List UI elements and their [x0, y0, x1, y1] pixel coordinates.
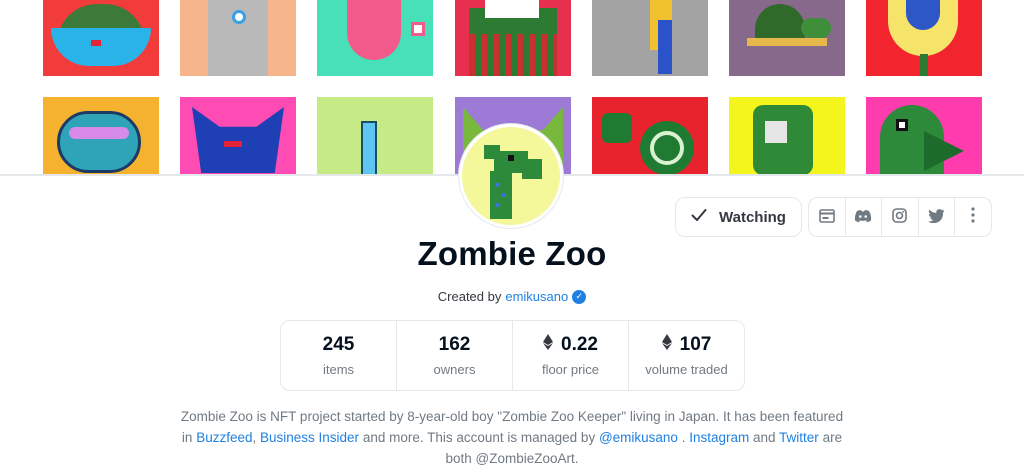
description-text: and more. This account is managed by [359, 430, 599, 445]
collection-description: Zombie Zoo is NFT project started by 8-y… [180, 406, 844, 465]
verified-badge-icon: ✓ [572, 289, 587, 304]
created-by-label: Created by [437, 289, 502, 304]
ethereum-icon [543, 334, 553, 356]
banner-nft-tile [180, 0, 296, 76]
collection-title: Zombie Zoo [417, 235, 607, 272]
banner-nft-tile [729, 97, 845, 176]
banner-nft-tile [43, 0, 159, 76]
banner-nft-tile [317, 0, 433, 76]
banner-nft-tile [317, 97, 433, 176]
ethereum-icon [661, 334, 672, 356]
instagram-icon [892, 207, 908, 227]
discord-icon [854, 208, 872, 227]
more-options-button[interactable] [955, 198, 991, 236]
website-button[interactable] [809, 198, 846, 236]
banner-nft-tile [866, 97, 982, 176]
stat-label: owners [433, 362, 476, 377]
banner-nft-tile [592, 0, 708, 76]
watch-button-label: Watching [719, 208, 786, 226]
stat-items[interactable]: 245 items [281, 321, 397, 390]
twitter-icon [928, 208, 945, 227]
banner-nft-tile [866, 0, 982, 76]
stat-value: 245 [322, 334, 355, 355]
stat-label: volume traded [645, 362, 728, 377]
collection-stats: 245 items 162 owners 0.22 floor price 10… [280, 320, 745, 391]
buzzfeed-link[interactable]: Buzzfeed [196, 430, 252, 445]
social-links-group [808, 197, 992, 237]
created-by-line: Created by emikusano ✓ [0, 289, 1024, 304]
business-insider-link[interactable]: Business Insider [260, 430, 359, 445]
banner-nft-tile [592, 97, 708, 176]
discord-button[interactable] [846, 198, 883, 236]
check-icon [691, 208, 707, 227]
description-text: , [252, 430, 260, 445]
banner-nft-tile [455, 0, 571, 76]
stat-label: floor price [541, 362, 600, 377]
stat-value: 0.22 [561, 334, 598, 355]
website-icon [818, 208, 835, 227]
stat-volume-traded[interactable]: 107 volume traded [629, 321, 744, 390]
stat-label: items [322, 362, 355, 377]
banner-nft-tile [43, 97, 159, 176]
banner-nft-tile [729, 0, 845, 76]
creator-link[interactable]: emikusano [505, 289, 568, 304]
twitter-button[interactable] [919, 198, 956, 236]
instagram-button[interactable] [882, 198, 919, 236]
stat-value: 107 [679, 334, 712, 355]
banner-nft-tile [180, 97, 296, 176]
collection-avatar [459, 124, 563, 228]
emikusano-link[interactable]: @emikusano [599, 430, 678, 445]
twitter-link[interactable]: Twitter [779, 430, 819, 445]
description-text: . [677, 430, 690, 445]
more-icon [971, 207, 975, 227]
stat-value: 162 [438, 334, 471, 355]
stat-owners[interactable]: 162 owners [397, 321, 513, 390]
watch-button[interactable]: Watching [675, 197, 802, 237]
stat-floor-price[interactable]: 0.22 floor price [513, 321, 629, 390]
instagram-link[interactable]: Instagram [689, 430, 749, 445]
description-text: and [749, 430, 780, 445]
